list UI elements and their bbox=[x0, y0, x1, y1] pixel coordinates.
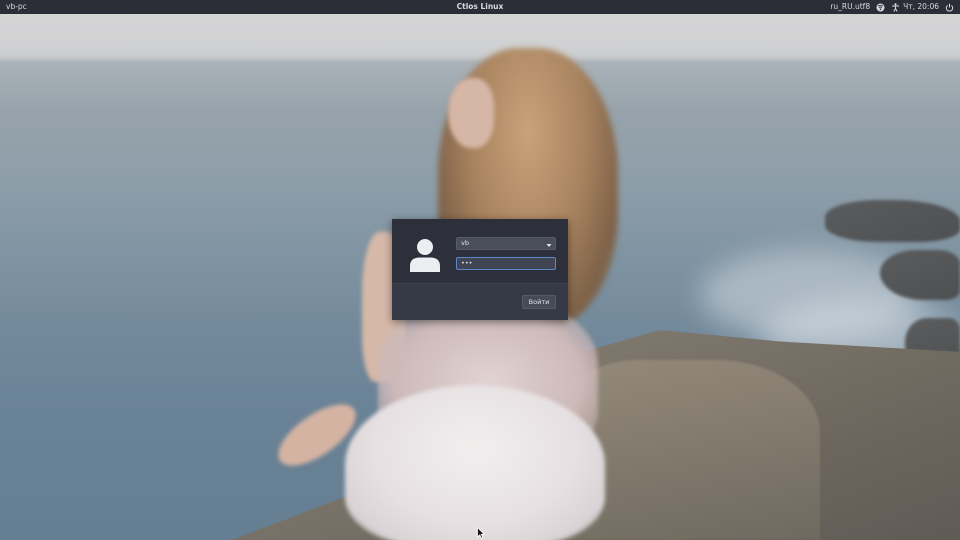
username-value: vb bbox=[461, 239, 469, 247]
distro-title: Ctlos Linux bbox=[456, 2, 504, 11]
password-field[interactable]: ••• bbox=[456, 257, 556, 270]
locale-indicator[interactable]: ru_RU.utf8 bbox=[830, 0, 870, 14]
login-dialog-body: vb ••• bbox=[392, 219, 568, 283]
login-dialog: vb ••• Войти bbox=[392, 219, 568, 320]
figure-skirt bbox=[345, 385, 605, 540]
network-icon[interactable] bbox=[876, 3, 885, 12]
hostname-label: vb-pc bbox=[6, 2, 27, 11]
figure-face bbox=[448, 78, 494, 148]
panel-indicators: ru_RU.utf8 Чт, 20:06 bbox=[830, 0, 954, 14]
accessibility-icon[interactable] bbox=[891, 2, 900, 12]
mouse-pointer-icon bbox=[477, 524, 486, 539]
power-icon[interactable] bbox=[945, 3, 954, 12]
login-screen: vb-pc Ctlos Linux ru_RU.utf8 Чт, 20:06 v… bbox=[0, 0, 960, 540]
password-mask: ••• bbox=[461, 259, 473, 267]
top-panel: vb-pc Ctlos Linux ru_RU.utf8 Чт, 20:06 bbox=[0, 0, 960, 14]
distant-rock bbox=[825, 200, 960, 242]
chevron-down-icon bbox=[546, 241, 552, 247]
login-button[interactable]: Войти bbox=[522, 295, 556, 309]
clock[interactable]: Чт, 20:06 bbox=[903, 0, 939, 14]
username-select[interactable]: vb bbox=[456, 237, 556, 250]
user-avatar-icon bbox=[409, 238, 441, 272]
